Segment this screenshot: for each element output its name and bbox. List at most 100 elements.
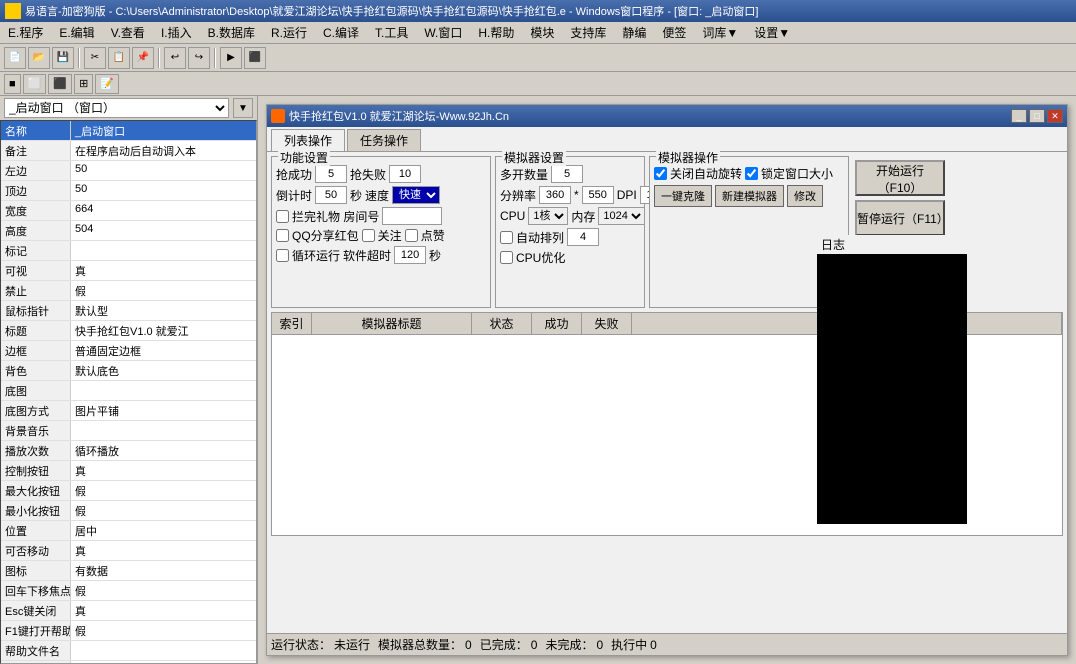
menu-item-[interactable]: 便签 xyxy=(654,22,694,43)
prop-row[interactable]: 最大化按钮假 xyxy=(1,481,256,501)
pause-run-btn[interactable]: 暂停运行（F11） xyxy=(855,200,945,236)
prop-row[interactable]: 宽度664 xyxy=(1,201,256,221)
cpu-select[interactable]: 1核 xyxy=(528,207,568,225)
prop-row[interactable]: 可视真 xyxy=(1,261,256,281)
prop-row[interactable]: 最小化按钮假 xyxy=(1,501,256,521)
grab-success-input[interactable] xyxy=(315,165,347,183)
prop-row[interactable]: 标题快手抢红包V1.0 就爱江 xyxy=(1,321,256,341)
minimize-btn[interactable]: _ xyxy=(1011,109,1027,123)
speed-select[interactable]: 快速 xyxy=(392,186,440,204)
menu-item-H[interactable]: H.帮助 xyxy=(470,22,522,43)
prop-row[interactable]: 标记 xyxy=(1,241,256,261)
new-btn[interactable]: 📄 xyxy=(4,47,26,69)
maximize-btn[interactable]: □ xyxy=(1029,109,1045,123)
prop-value-cell: 真 xyxy=(71,261,256,280)
prop-row[interactable]: 背色默认底色 xyxy=(1,361,256,381)
prop-row[interactable]: 回车下移焦点假 xyxy=(1,581,256,601)
close-auto-rotate-checkbox[interactable] xyxy=(654,167,667,180)
grab-fail-input[interactable] xyxy=(389,165,421,183)
menu-item-I[interactable]: I.插入 xyxy=(153,22,200,43)
prop-row[interactable]: Esc键关闭真 xyxy=(1,601,256,621)
auto-sort-checkbox[interactable] xyxy=(500,231,513,244)
menu-item-E[interactable]: E.编辑 xyxy=(51,22,102,43)
close-btn[interactable]: ✕ xyxy=(1047,109,1063,123)
menu-item-B[interactable]: B.数据库 xyxy=(200,22,263,43)
sim-settings-group: 模拟器设置 多开数量 分辨率 * DPI CPU xyxy=(495,156,645,308)
room-no-input[interactable] xyxy=(382,207,442,225)
cut-btn[interactable]: ✂ xyxy=(84,47,106,69)
start-run-btn[interactable]: 开始运行（F10） xyxy=(855,160,945,196)
prop-row[interactable]: 背景音乐 xyxy=(1,421,256,441)
prop-row[interactable]: 鼠标指针默认型 xyxy=(1,301,256,321)
loop-checkbox[interactable] xyxy=(276,249,289,262)
redo-btn[interactable]: ↪ xyxy=(188,47,210,69)
countdown-input[interactable] xyxy=(315,186,347,204)
prop-row[interactable]: 顶边50 xyxy=(1,181,256,201)
prop-row[interactable]: 底图 xyxy=(1,381,256,401)
copy-btn[interactable]: 📋 xyxy=(108,47,130,69)
prop-row[interactable]: 禁止假 xyxy=(1,281,256,301)
prop-value-cell: 50 xyxy=(71,161,256,180)
tb2-btn1[interactable]: ■ xyxy=(4,74,21,94)
prop-value-cell: 50 xyxy=(71,181,256,200)
auto-sort-input[interactable] xyxy=(567,228,599,246)
menu-item-[interactable]: 支持库 xyxy=(562,22,614,43)
tb2-btn2[interactable]: ⬜ xyxy=(23,74,47,94)
follow-checkbox[interactable] xyxy=(362,229,375,242)
menu-item-[interactable]: 词库▼ xyxy=(694,22,746,43)
tab-task-ops[interactable]: 任务操作 xyxy=(347,129,421,151)
paste-btn[interactable]: 📌 xyxy=(132,47,154,69)
prop-row[interactable]: 位置居中 xyxy=(1,521,256,541)
resolution-w-input[interactable] xyxy=(539,186,571,204)
menu-item-T[interactable]: T.工具 xyxy=(367,22,416,43)
undo-btn[interactable]: ↩ xyxy=(164,47,186,69)
prop-row[interactable]: 播放次数循环播放 xyxy=(1,441,256,461)
new-sim-btn[interactable]: 新建模拟器 xyxy=(715,185,784,207)
tb2-btn3[interactable]: ⬛ xyxy=(48,74,72,94)
menu-item-[interactable]: 设置▼ xyxy=(746,22,798,43)
tab-list-ops[interactable]: 列表操作 xyxy=(271,129,345,151)
save-btn[interactable]: 💾 xyxy=(52,47,74,69)
finish-gift-checkbox[interactable] xyxy=(276,210,289,223)
prop-row[interactable]: 备注在程序启动后自动调入本 xyxy=(1,141,256,161)
menu-item-C[interactable]: C.编译 xyxy=(315,22,367,43)
open-btn[interactable]: 📂 xyxy=(28,47,50,69)
prop-name-cell: 高度 xyxy=(1,221,71,240)
menu-item-[interactable]: 模块 xyxy=(522,22,562,43)
menu-item-[interactable]: 静编 xyxy=(614,22,654,43)
cpu-opt-checkbox[interactable] xyxy=(500,251,513,264)
prop-row[interactable]: 边框普通固定边框 xyxy=(1,341,256,361)
memory-select[interactable]: 1024 xyxy=(598,207,645,225)
prop-row[interactable]: 底图方式图片平铺 xyxy=(1,401,256,421)
qq-share-checkbox[interactable] xyxy=(276,229,289,242)
panel-select[interactable]: _启动窗口 （窗口） xyxy=(4,98,229,118)
open-count-input[interactable] xyxy=(551,165,583,183)
prop-name-cell: 位置 xyxy=(1,521,71,540)
prop-row[interactable]: 图标有数据 xyxy=(1,561,256,581)
run-btn[interactable]: ▶ xyxy=(220,47,242,69)
timeout-input[interactable] xyxy=(394,246,426,264)
prop-row[interactable]: 帮助文件名 xyxy=(1,641,256,661)
inner-title-bar: 快手抢红包V1.0 就爱江湖论坛-Www.92Jh.Cn _ □ ✕ xyxy=(267,105,1067,127)
like-checkbox[interactable] xyxy=(405,229,418,242)
prop-name-cell: 可视 xyxy=(1,261,71,280)
prop-row[interactable]: 控制按钮真 xyxy=(1,461,256,481)
menu-item-V[interactable]: V.查看 xyxy=(103,22,153,43)
tb2-btn5[interactable]: 📝 xyxy=(95,74,119,94)
tb2-btn4[interactable]: ⊞ xyxy=(74,74,93,94)
prop-row[interactable]: 高度504 xyxy=(1,221,256,241)
menu-item-R[interactable]: R.运行 xyxy=(263,22,315,43)
stop-btn[interactable]: ⬛ xyxy=(244,47,266,69)
resolution-h-input[interactable] xyxy=(582,186,614,204)
modify-btn[interactable]: 修改 xyxy=(787,185,823,207)
prop-row[interactable]: 可否移动真 xyxy=(1,541,256,561)
menu-item-E[interactable]: E.程序 xyxy=(0,22,51,43)
lock-window-checkbox[interactable] xyxy=(745,167,758,180)
prop-value-cell: 真 xyxy=(71,541,256,560)
panel-expand-btn[interactable]: ▼ xyxy=(233,98,253,118)
prop-row[interactable]: 左边50 xyxy=(1,161,256,181)
prop-row[interactable]: 名称_启动窗口 xyxy=(1,121,256,141)
menu-item-W[interactable]: W.窗口 xyxy=(416,22,470,43)
clone-btn[interactable]: 一键克隆 xyxy=(654,185,712,207)
prop-row[interactable]: F1键打开帮助假 xyxy=(1,621,256,641)
